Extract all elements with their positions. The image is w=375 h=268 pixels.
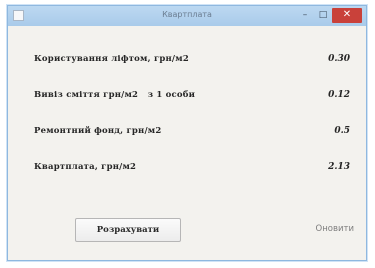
row-elevator: Користування ліфтом, грн/м2 0.30: [34, 54, 350, 68]
row-label: Вивіз сміття грн/м2 з 1 особи: [34, 90, 196, 100]
row-value: 2.13: [328, 162, 350, 172]
title-bar[interactable]: Квартплата – □ ✕: [8, 6, 366, 26]
row-label: Ремонтний фонд, грн/м2: [34, 126, 162, 136]
app-window: Квартплата – □ ✕ Користування ліфтом, гр…: [7, 5, 367, 261]
row-label: Користування ліфтом, грн/м2: [34, 54, 189, 64]
row-garbage: Вивіз сміття грн/м2 з 1 особи 0.12: [34, 90, 350, 104]
row-value: 0.30: [328, 54, 350, 64]
clear-button[interactable]: Оновити: [316, 224, 354, 234]
maximize-icon[interactable]: □: [314, 8, 332, 23]
row-repair-fund: Ремонтний фонд, грн/м2 0.5: [34, 126, 350, 140]
row-rent-total: Квартплата, грн/м2 2.13: [34, 162, 350, 176]
row-label: Квартплата, грн/м2: [34, 162, 137, 172]
close-icon[interactable]: ✕: [332, 8, 362, 23]
row-value: 0.5: [334, 126, 350, 136]
calculate-button[interactable]: Розрахувати: [75, 218, 181, 242]
minimize-icon[interactable]: –: [296, 8, 314, 23]
row-value: 0.12: [328, 90, 350, 100]
